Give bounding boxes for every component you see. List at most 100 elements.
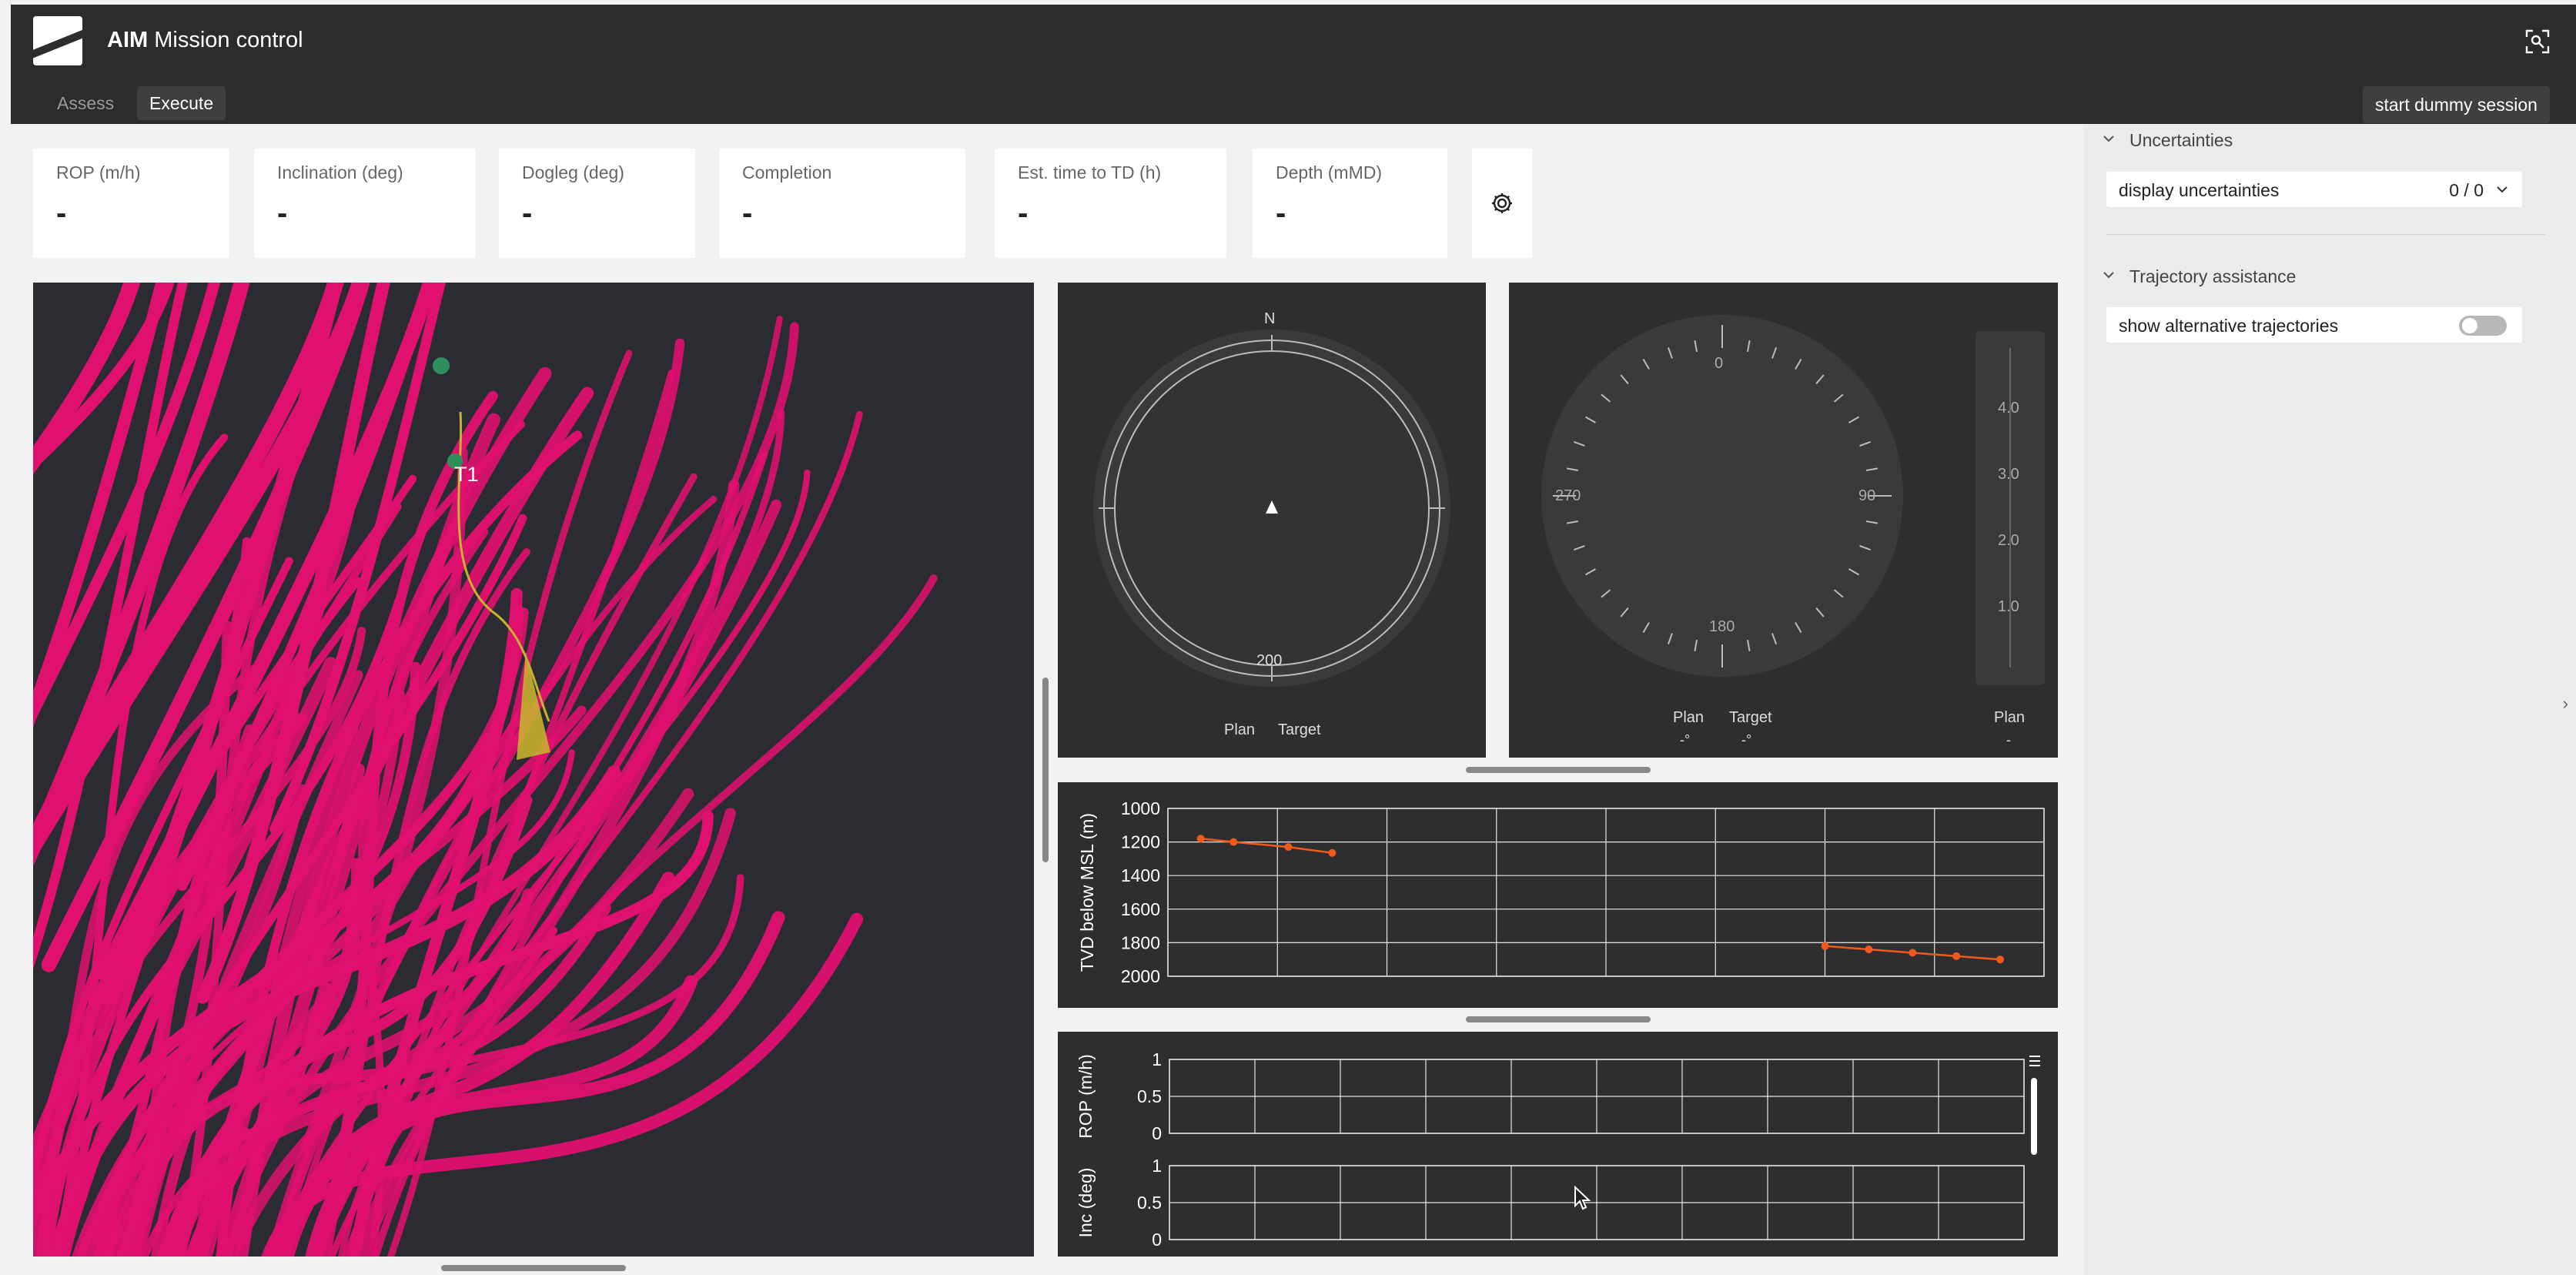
- data-point: [1284, 843, 1293, 852]
- log-charts-panel: 1 0.5 0 ROP (m/h) 1 0.5 0 Inc (deg): [1058, 1032, 2058, 1257]
- data-point: [1865, 945, 1873, 954]
- scale-label: 2.0: [1998, 532, 2019, 549]
- chevron-down-icon[interactable]: [2102, 132, 2116, 146]
- y-axis-label: TVD below MSL (m): [1077, 813, 1097, 972]
- gear-icon: [1492, 193, 1512, 213]
- horizontal-scrollbar[interactable]: [441, 1265, 626, 1271]
- mouse-cursor-icon: [1574, 1186, 1591, 1210]
- y-tick-label: 1200: [1121, 832, 1160, 852]
- alternative-trajectories-toggle[interactable]: [2459, 316, 2507, 336]
- compass-legend-target: Target: [1278, 721, 1321, 738]
- y-tick-label: 1800: [1121, 932, 1160, 952]
- y-tick-label: 0.5: [1137, 1086, 1162, 1106]
- dial-plan-value: -°: [1680, 732, 1691, 748]
- vertical-splitter[interactable]: [1042, 678, 1049, 862]
- data-point: [1196, 835, 1205, 843]
- app-title: AIM Mission control: [107, 28, 303, 52]
- kpi-label: Dogleg (deg): [522, 162, 624, 182]
- toggle-label: show alternative trajectories: [2119, 316, 2339, 336]
- well-marker: [433, 357, 450, 374]
- kpi-depth: Depth (mMD) -: [1253, 149, 1447, 258]
- data-point: [1996, 955, 2005, 964]
- divider: [2106, 234, 2545, 235]
- scale-label: 4.0: [1998, 400, 2019, 417]
- dial-label-180: 180: [1709, 618, 1735, 635]
- kpi-label: Est. time to TD (h): [1018, 162, 1162, 182]
- chevron-down-icon: [2497, 186, 2507, 193]
- data-point: [1909, 949, 1917, 957]
- data-point: [1328, 848, 1337, 857]
- data-point: [1229, 838, 1238, 846]
- kpi-inclination: Inclination (deg) -: [254, 149, 476, 258]
- y-tick-label: 0.5: [1137, 1193, 1162, 1213]
- y-axis-label: ROP (m/h): [1076, 1054, 1096, 1138]
- kpi-label: Inclination (deg): [277, 162, 403, 182]
- scale-plan-value: -: [2006, 732, 2011, 748]
- alternative-trajectories-row: show alternative trajectories: [2106, 307, 2522, 343]
- azimuth-dial: [1541, 315, 2045, 685]
- scale-label: 1.0: [1998, 598, 2019, 615]
- app-logo: [33, 16, 82, 65]
- y-tick-label: 1: [1152, 1049, 1162, 1069]
- kpi-label: ROP (m/h): [56, 162, 141, 182]
- section-title-uncertainties[interactable]: Uncertainties: [2129, 130, 2233, 151]
- kpi-settings-button[interactable]: [1472, 149, 1532, 258]
- section-title-trajectory-assistance[interactable]: Trajectory assistance: [2129, 266, 2296, 287]
- tvd-chart: 1000 1200 1400 1600 1800 2000 TVD below MSL (m…: [1077, 798, 2045, 986]
- kpi-label: Completion: [742, 162, 832, 182]
- data-point: [1821, 942, 1829, 950]
- 3d-scene[interactable]: [33, 283, 1034, 1257]
- scale-legend-plan: Plan: [1994, 709, 2026, 726]
- chart-menu-icon[interactable]: [2029, 1055, 2040, 1067]
- kpi-label: Depth (mMD): [1276, 162, 1383, 182]
- tvd-chart-panel: 1000 1200 1400 1600 1800 2000 TVD below MSL (m…: [1058, 782, 2058, 1008]
- compass-gauge-panel: N 200 Plan Target: [1058, 283, 1486, 758]
- y-tick-label: 0: [1152, 1123, 1162, 1143]
- dropdown-label: display uncertainties: [2119, 180, 2280, 200]
- kpi-dogleg: Dogleg (deg) -: [499, 149, 695, 258]
- compass-north-label: N: [1264, 310, 1276, 327]
- y-tick-label: 2000: [1121, 966, 1160, 986]
- dial-target-value: -°: [1741, 732, 1752, 748]
- y-tick-label: 1400: [1121, 865, 1160, 885]
- kpi-value: -: [277, 196, 288, 230]
- target-label: T1: [454, 463, 479, 486]
- kpi-value: -: [742, 196, 753, 230]
- fullscreen-icon[interactable]: [2522, 26, 2553, 57]
- dial-legend-plan: Plan: [1673, 709, 1705, 726]
- tab-assess[interactable]: Assess: [45, 86, 126, 120]
- compass-gauge: [1093, 330, 1450, 687]
- y-tick-label: 1600: [1121, 899, 1160, 919]
- y-axis-label: Inc (deg): [1076, 1168, 1096, 1238]
- 3d-trajectory-view[interactable]: T1: [33, 283, 1034, 1257]
- log-scrollbar[interactable]: [2031, 1078, 2037, 1155]
- azimuth-dial-panel: 0 90 180 270 4.0 3.0 2.0 1.0 Plan Target…: [1509, 283, 2058, 758]
- streamline: [33, 283, 221, 725]
- start-dummy-session-button[interactable]: start dummy session: [2363, 86, 2550, 123]
- dial-label-270: 270: [1555, 487, 1581, 504]
- kpi-est-time: Est. time to TD (h) -: [995, 149, 1226, 258]
- dropdown-value: 0 / 0: [2449, 180, 2484, 200]
- dial-legend-target: Target: [1729, 709, 1772, 726]
- log-charts: 1 0.5 0 ROP (m/h) 1 0.5 0 Inc (deg): [1076, 1049, 2025, 1250]
- y-tick-label: 1: [1152, 1156, 1162, 1176]
- kpi-value: -: [522, 196, 533, 230]
- scale-label: 3.0: [1998, 466, 2019, 483]
- kpi-value: -: [56, 196, 67, 230]
- data-point: [1952, 952, 1961, 960]
- right-sidebar: Uncertainties display uncertainties 0 / …: [2083, 124, 2576, 1275]
- chevron-right-icon[interactable]: ›: [2563, 694, 2568, 714]
- horizontal-splitter[interactable]: [1466, 767, 1651, 773]
- uncertainty-cone: [517, 652, 550, 760]
- compass-legend-plan: Plan: [1224, 721, 1256, 738]
- horizontal-splitter[interactable]: [1466, 1016, 1651, 1022]
- kpi-rop: ROP (m/h) -: [33, 149, 229, 258]
- chevron-down-icon[interactable]: [2102, 268, 2116, 282]
- tab-execute[interactable]: Execute: [137, 86, 226, 120]
- kpi-value: -: [1018, 196, 1029, 230]
- y-tick-label: 1000: [1121, 798, 1160, 818]
- kpi-value: -: [1276, 196, 1286, 230]
- series-line: [1200, 837, 1333, 855]
- compass-bottom-label: 200: [1256, 652, 1283, 669]
- display-uncertainties-dropdown[interactable]: display uncertainties 0 / 0: [2106, 172, 2522, 207]
